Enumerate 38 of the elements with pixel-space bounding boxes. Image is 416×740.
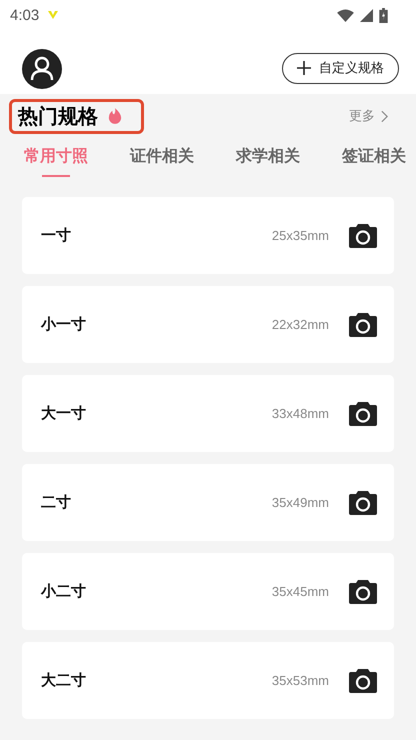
size-card[interactable]: 一寸 25x35mm (22, 197, 394, 274)
notification-icon (47, 10, 60, 20)
status-time: 4:03 (10, 6, 40, 24)
plus-icon (297, 61, 311, 75)
size-name: 二寸 (41, 493, 71, 512)
size-name: 一寸 (41, 226, 71, 245)
size-name: 大一寸 (41, 404, 86, 423)
category-tab[interactable]: 证件相关 (130, 140, 194, 183)
custom-size-button[interactable]: 自定义规格 (282, 52, 399, 84)
camera-icon[interactable] (349, 312, 377, 336)
size-card[interactable]: 大二寸 35x53mm (22, 642, 394, 719)
size-card[interactable]: 二寸 35x49mm (22, 464, 394, 541)
size-name: 小一寸 (41, 315, 86, 334)
hot-icon (108, 108, 122, 124)
camera-icon[interactable] (349, 402, 377, 426)
size-dimensions: 25x35mm (272, 228, 329, 243)
camera-icon[interactable] (349, 668, 377, 692)
avatar-icon[interactable] (22, 49, 62, 89)
chevron-right-icon (381, 110, 388, 122)
wifi-icon (337, 8, 354, 22)
size-dimensions: 35x45mm (272, 584, 329, 599)
camera-icon[interactable] (349, 224, 377, 248)
size-dimensions: 35x53mm (272, 673, 329, 688)
size-name: 大二寸 (41, 671, 86, 690)
size-card[interactable]: 小一寸 22x32mm (22, 286, 394, 363)
signal-icon (360, 8, 373, 22)
battery-icon (379, 8, 388, 22)
camera-icon[interactable] (349, 490, 377, 514)
camera-icon[interactable] (349, 580, 377, 604)
size-card[interactable]: 小二寸 35x45mm (22, 553, 394, 630)
category-tab[interactable]: 求学相关 (236, 140, 300, 183)
size-dimensions: 33x48mm (272, 406, 329, 421)
size-dimensions: 22x32mm (272, 317, 329, 332)
category-tab[interactable]: 签证相关 (342, 140, 406, 183)
size-card[interactable]: 大一寸 33x48mm (22, 375, 394, 452)
section-title: 热门规格 (18, 102, 98, 130)
size-dimensions: 35x49mm (272, 495, 329, 510)
size-name: 小二寸 (41, 582, 86, 601)
